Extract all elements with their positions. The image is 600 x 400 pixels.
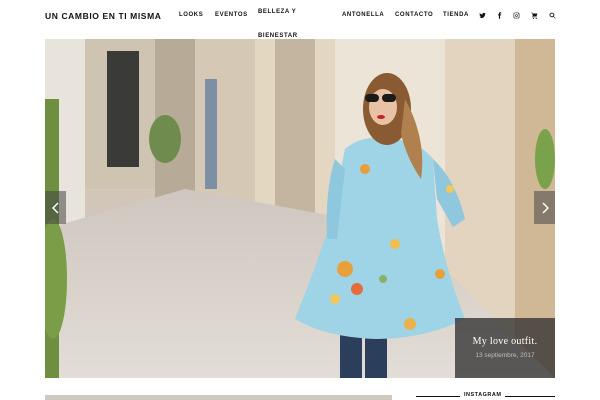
nav-tienda[interactable]: TIENDA: [443, 12, 469, 18]
cart-icon[interactable]: [529, 10, 539, 20]
instagram-widget-header: INSTAGRAM: [416, 391, 555, 400]
instagram-widget-title: INSTAGRAM: [460, 392, 506, 398]
site-header: UN CAMBIO EN TI MISMA LOOKS EVENTOS BELL…: [0, 0, 600, 39]
nav-antonella[interactable]: ANTONELLA: [342, 12, 384, 18]
slider-next-button[interactable]: [534, 191, 555, 224]
search-icon[interactable]: [547, 10, 557, 20]
chevron-left-icon: [51, 201, 59, 214]
slide-date: 13 septiembre, 2017: [475, 352, 535, 359]
slider-prev-button[interactable]: [45, 191, 66, 224]
facebook-icon[interactable]: [494, 10, 504, 20]
twitter-icon[interactable]: [477, 10, 487, 20]
nav-looks[interactable]: LOOKS: [179, 12, 203, 18]
nav-contacto[interactable]: CONTACTO: [395, 12, 433, 18]
slide-caption[interactable]: My love outfit. 13 septiembre, 2017: [455, 318, 555, 378]
hero-slider: My love outfit. 13 septiembre, 2017: [45, 39, 555, 378]
chevron-right-icon: [541, 201, 549, 214]
site-logo[interactable]: UN CAMBIO EN TI MISMA: [45, 11, 161, 21]
instagram-icon[interactable]: [511, 10, 521, 20]
nav-eventos[interactable]: EVENTOS: [215, 12, 248, 18]
slide-title[interactable]: My love outfit.: [455, 336, 555, 347]
post-thumbnail[interactable]: [45, 395, 392, 400]
